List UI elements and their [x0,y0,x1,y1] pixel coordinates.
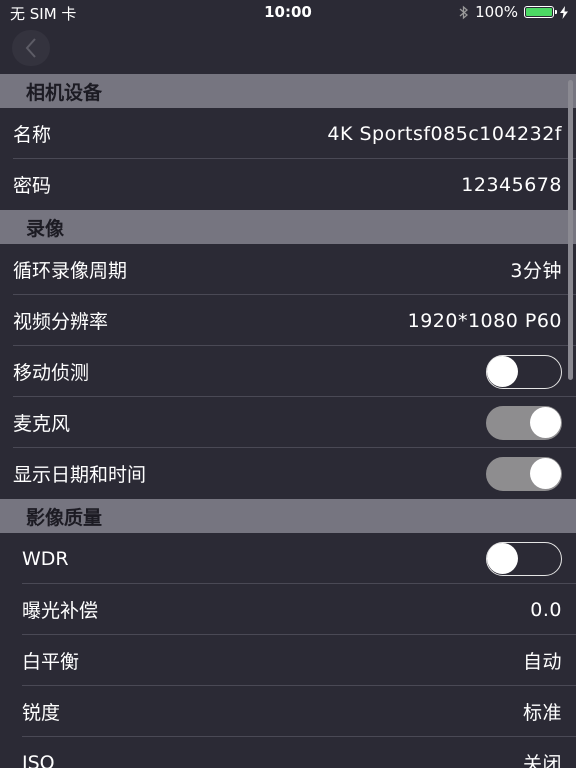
row-label: 显示日期和时间 [13,464,147,486]
toggle-knob [487,542,518,574]
row-label: 麦克风 [13,413,71,435]
nav-bar [0,24,576,74]
row-value: 1920*1080 P60 [407,309,562,332]
status-right-group: 100% [459,3,568,21]
row-value: 3分钟 [510,260,562,282]
row-wdr: WDR [0,533,576,584]
section-title: 相机设备 [26,81,103,104]
row-iso[interactable]: ISO 关闭 [0,737,576,768]
row-microphone: 麦克风 [0,397,576,448]
battery-fill [526,8,552,16]
row-label: 名称 [13,124,52,146]
row-motion-detection: 移动侦测 [0,346,576,397]
row-label: 循环录像周期 [13,260,128,282]
row-loop-recording[interactable]: 循环录像周期 3分钟 [0,244,576,295]
row-exposure[interactable]: 曝光补偿 0.0 [0,584,576,635]
row-value: 4K Sportsf085c104232f [327,122,562,145]
row-label: 白平衡 [22,651,80,673]
section-header-recording: 录像 [0,210,576,244]
row-label: WDR [22,547,69,570]
row-value: 0.0 [530,598,562,621]
wdr-toggle[interactable] [486,541,562,576]
section-header-image-quality: 影像质量 [0,499,576,533]
toggle-knob [530,457,561,489]
section-title: 影像质量 [26,506,103,529]
back-button[interactable] [12,30,50,66]
battery-percent: 100% [475,3,518,21]
row-label: 锐度 [22,702,61,724]
toggle-knob [530,406,561,438]
chevron-left-icon [25,38,36,58]
status-bar: 无 SIM 卡 10:00 100% [0,0,576,24]
battery-icon [524,6,557,18]
row-label: 移动侦测 [13,362,90,384]
microphone-toggle[interactable] [486,405,562,440]
show-datetime-toggle[interactable] [486,456,562,491]
row-label: ISO [22,751,55,768]
row-name[interactable]: 名称 4K Sportsf085c104232f [0,108,576,159]
row-value: 标准 [522,702,562,724]
row-white-balance[interactable]: 白平衡 自动 [0,635,576,686]
scrollbar[interactable] [568,80,573,380]
row-label: 曝光补偿 [22,600,99,622]
row-value: 关闭 [522,753,562,768]
row-value: 自动 [522,651,562,673]
row-video-resolution[interactable]: 视频分辨率 1920*1080 P60 [0,295,576,346]
section-title: 录像 [26,217,65,240]
row-password[interactable]: 密码 12345678 [0,159,576,210]
motion-detection-toggle[interactable] [486,354,562,389]
row-label: 视频分辨率 [13,311,109,333]
bluetooth-icon [459,5,469,19]
settings-list[interactable]: 相机设备 名称 4K Sportsf085c104232f 密码 1234567… [0,74,576,768]
charging-bolt-icon [560,5,568,19]
row-sharpness[interactable]: 锐度 标准 [0,686,576,737]
row-value: 12345678 [461,173,562,196]
section-header-camera-device: 相机设备 [0,74,576,108]
row-show-datetime: 显示日期和时间 [0,448,576,499]
toggle-knob [487,355,518,387]
row-label: 密码 [13,175,52,197]
